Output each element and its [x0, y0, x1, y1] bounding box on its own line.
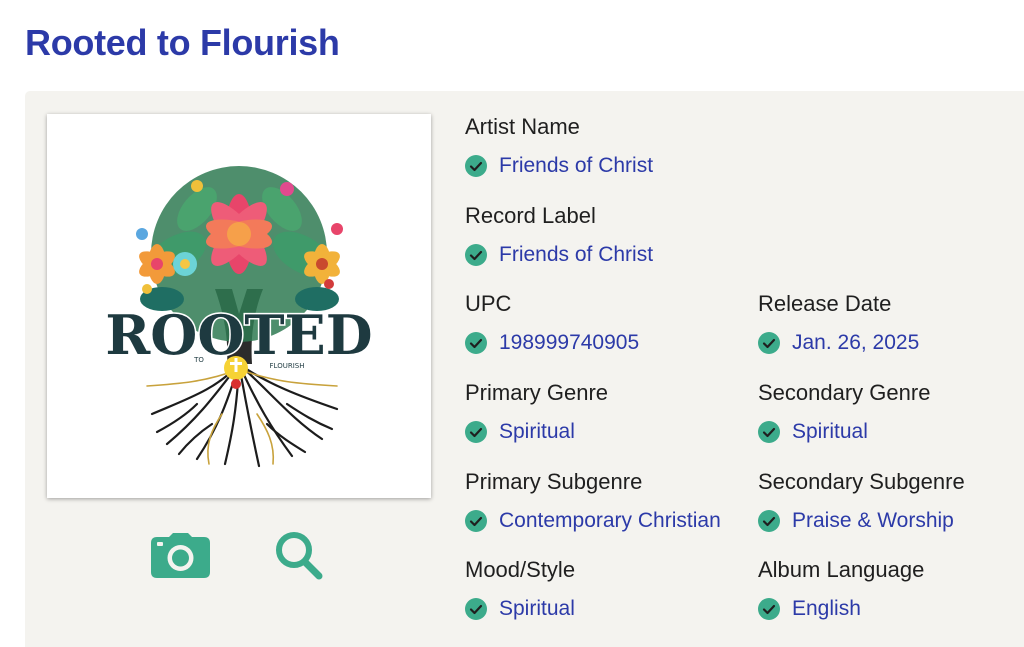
check-icon	[465, 244, 487, 266]
check-icon	[465, 155, 487, 177]
camera-icon[interactable]	[151, 533, 210, 578]
check-icon	[465, 421, 487, 443]
check-icon	[758, 510, 780, 532]
field-primary-genre: Primary Genre Spiritual	[465, 380, 609, 443]
field-label: Secondary Genre	[758, 380, 931, 405]
field-label: Artist Name	[465, 114, 580, 139]
field-value: Jan. 26, 2025	[792, 331, 920, 354]
field-secondary-subgenre: Secondary Subgenre Praise & Worship	[758, 469, 965, 532]
magnifier-icon[interactable]	[275, 531, 323, 580]
field-value: Praise & Worship	[792, 509, 954, 532]
field-release-date: Release Date Jan. 26, 2025	[758, 291, 919, 354]
check-icon	[758, 598, 780, 620]
field-value: Spiritual	[792, 420, 868, 443]
field-label: Primary Genre	[465, 380, 609, 405]
field-value: Friends of Christ	[499, 243, 654, 266]
field-value: 198999740905	[499, 331, 640, 354]
field-label: Mood/Style	[465, 557, 576, 582]
field-value: English	[792, 597, 861, 620]
field-value: Friends of Christ	[499, 154, 654, 177]
field-label: Album Language	[758, 557, 925, 582]
field-record-label: Record Label Friends of Christ	[465, 203, 653, 266]
field-value: Contemporary Christian	[499, 509, 721, 532]
field-upc: UPC 198999740905	[465, 291, 639, 354]
check-icon	[758, 332, 780, 354]
album-cover-art: ROOTED TO FLOURISH	[104, 166, 374, 468]
field-label: Primary Subgenre	[465, 469, 643, 494]
album-cover: ROOTED TO FLOURISH	[47, 114, 431, 498]
field-primary-subgenre: Primary Subgenre Contemporary Christian	[465, 469, 721, 532]
field-label: Release Date	[758, 291, 892, 316]
field-label: UPC	[465, 291, 512, 316]
field-label: Secondary Subgenre	[758, 469, 965, 494]
field-label: Record Label	[465, 203, 596, 228]
check-icon	[465, 332, 487, 354]
cover-logo-small-right: FLOURISH	[270, 362, 305, 370]
field-value: Spiritual	[499, 420, 575, 443]
cover-logo-small-left: TO	[193, 356, 204, 364]
page-title: Rooted to Flourish	[25, 22, 340, 63]
field-secondary-genre: Secondary Genre Spiritual	[758, 380, 931, 443]
field-value: Spiritual	[499, 597, 575, 620]
field-mood-style: Mood/Style Spiritual	[465, 557, 576, 620]
field-artist-name: Artist Name Friends of Christ	[465, 114, 653, 177]
check-icon	[465, 598, 487, 620]
check-icon	[465, 510, 487, 532]
field-album-language: Album Language English	[758, 557, 925, 620]
check-icon	[758, 421, 780, 443]
